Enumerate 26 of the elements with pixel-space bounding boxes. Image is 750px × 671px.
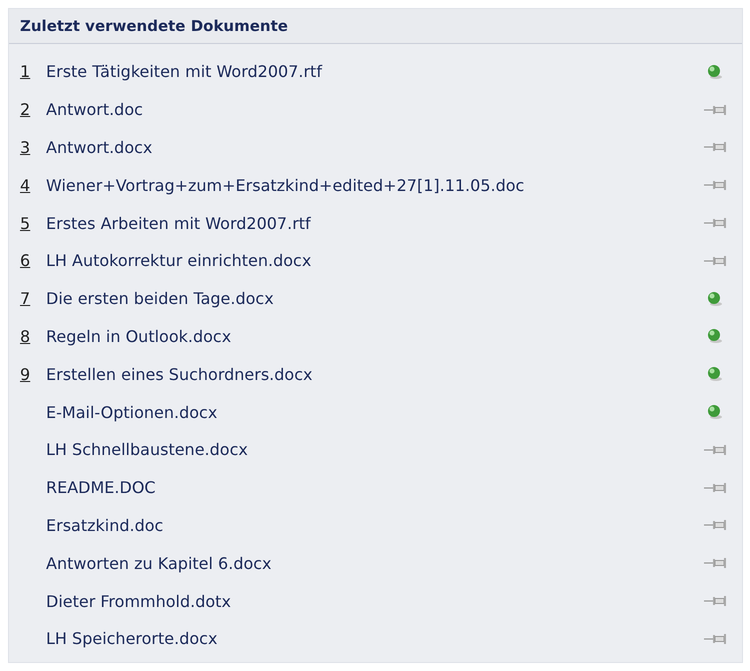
item-number: 5	[20, 214, 32, 233]
document-link[interactable]: LH Speicherorte.docx	[46, 629, 702, 648]
document-link[interactable]: README.DOC	[46, 478, 702, 498]
document-link[interactable]: LH Autokorrektur einrichten.docx	[46, 251, 702, 270]
document-link[interactable]: LH Schnellbaustene.docx	[46, 440, 702, 460]
item-number: 7	[20, 289, 32, 308]
panel-title: Zuletzt verwendete Dokumente	[20, 17, 288, 35]
document-link[interactable]: Dieter Frommhold.dotx	[46, 592, 702, 611]
item-number: 2	[20, 100, 32, 120]
document-link[interactable]: Regeln in Outlook.docx	[46, 326, 702, 346]
document-link[interactable]: Ersatzkind.doc	[46, 516, 702, 535]
item-number: 4	[20, 176, 32, 195]
document-link[interactable]: Antwort.docx	[46, 138, 702, 157]
document-link[interactable]: Wiener+Vortrag+zum+Ersatzkind+edited+27[1].11.05.doc	[46, 176, 702, 195]
item-number: 9	[20, 364, 32, 384]
document-link[interactable]: Erstellen eines Suchordners.docx	[46, 364, 702, 384]
item-number: 1	[20, 62, 32, 82]
item-number: 6	[20, 251, 32, 270]
document-link[interactable]: Erstes Arbeiten mit Word2007.rtf	[46, 214, 702, 233]
document-link[interactable]: E-Mail-Optionen.docx	[46, 402, 702, 422]
document-link[interactable]: Erste Tätigkeiten mit Word2007.rtf	[46, 62, 702, 82]
document-link[interactable]: Antwort.doc	[46, 100, 702, 120]
document-link[interactable]: Die ersten beiden Tage.docx	[46, 289, 702, 308]
item-number: 3	[20, 138, 32, 157]
document-link[interactable]: Antworten zu Kapitel 6.docx	[46, 554, 702, 573]
item-number: 8	[20, 326, 32, 346]
